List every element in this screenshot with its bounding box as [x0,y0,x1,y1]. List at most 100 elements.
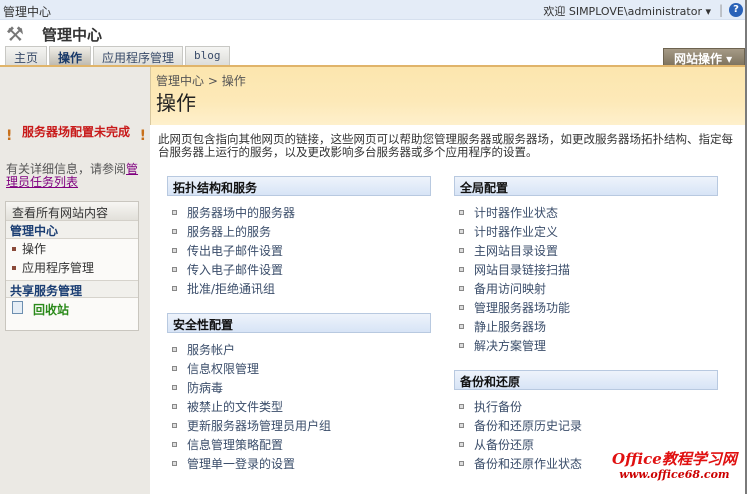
bullet-icon [459,248,464,253]
link-label: 解决方案管理 [474,339,547,353]
bullet-icon [172,267,177,272]
link-item[interactable]: 网站目录链接扫描 [454,260,718,279]
link-item[interactable]: 主网站目录设置 [454,241,718,260]
nav-item-operations[interactable]: 操作 [6,239,138,258]
bullet-icon [172,366,177,371]
bullet-icon [12,265,16,270]
bullet-icon [172,442,177,447]
link-label: 被禁止的文件类型 [187,400,284,414]
section-security: 安全性配置 服务帐户信息权限管理 防病毒被禁止的文件类型更新服务器场管理员用户组信… [167,313,431,473]
recycle-label: 回收站 [33,303,70,317]
link-label: 备用访问映射 [474,282,547,296]
link-label: 计时器作业状态 [474,206,559,220]
bullet-icon [459,229,464,234]
bullet-icon [459,324,464,329]
link-item[interactable]: 执行备份 [454,397,718,416]
watermark-line1: Office教程学习网 [612,450,737,468]
link-label: 备份和还原历史记录 [474,419,583,433]
link-label: 备份和还原作业状态 [474,457,583,471]
link-item[interactable]: 防病毒 [167,378,431,397]
warning-text: 服务器场配置未完成 [21,125,130,139]
breadcrumb-sep: > [204,74,222,88]
bullet-icon [459,267,464,272]
link-label: 服务器场中的服务器 [187,206,296,220]
link-label: 防病毒 [187,381,224,395]
window-border [745,0,751,494]
link-item[interactable]: 管理服务器场功能 [454,298,718,317]
title-area: 管理中心 > 操作 操作 [150,67,745,125]
section-header: 备份和还原 [454,370,718,390]
tab-home[interactable]: 主页 [5,46,48,66]
welcome-menu[interactable]: 欢迎 SIMPLOVE\administrator ▾ [543,3,711,19]
link-item[interactable]: 信息权限管理 [167,359,431,378]
section-header: 拓扑结构和服务 [167,176,431,196]
bullet-icon [172,385,177,390]
link-label: 服务器上的服务 [187,225,272,239]
bullet-icon [459,404,464,409]
link-label: 批准/拒绝通讯组 [187,282,276,296]
tab-blog[interactable]: blog [185,46,230,66]
bullet-icon [172,461,177,466]
bullet-icon [172,347,177,352]
recycle-bin-icon [12,301,23,314]
bullet-icon [172,248,177,253]
tab-bar: 主页 操作 应用程序管理 blog [5,46,230,66]
nav-label: 应用程序管理 [22,261,95,275]
link-label: 静止服务器场 [474,320,547,334]
link-label: 信息管理策略配置 [187,438,284,452]
link-item[interactable]: 计时器作业状态 [454,203,718,222]
nav-header-central-admin[interactable]: 管理中心 [6,221,138,239]
site-actions-button[interactable]: 网站操作 ▾ [663,48,745,66]
link-item[interactable]: 解决方案管理 [454,336,718,355]
link-label: 服务帐户 [187,343,236,357]
site-title: 管理中心 [3,5,52,19]
link-label: 从备份还原 [474,438,535,452]
link-item[interactable]: 计时器作业定义 [454,222,718,241]
bullet-icon [459,210,464,215]
link-item[interactable]: 备用访问映射 [454,279,718,298]
breadcrumb-root[interactable]: 管理中心 [156,74,204,88]
header: ⚒ 管理中心 [0,20,751,46]
bullet-icon [12,246,16,251]
link-label: 管理单一登录的设置 [187,457,296,471]
warning-icon: ! [6,128,13,144]
link-label: 管理服务器场功能 [474,301,571,315]
link-item[interactable]: 信息管理策略配置 [167,435,431,454]
link-item[interactable]: 备份和还原历史记录 [454,416,718,435]
bullet-icon [459,286,464,291]
section-global: 全局配置 计时器作业状态 计时器作业定义主网站目录设置网站目录链接扫描 备用访问映射… [454,176,718,355]
link-item[interactable]: 被禁止的文件类型 [167,397,431,416]
tab-operations[interactable]: 操作 [49,46,92,66]
bullet-icon [172,404,177,409]
nav-header-shared-services[interactable]: 共享服务管理 [6,280,138,298]
bullet-icon [172,423,177,428]
section-header: 安全性配置 [167,313,431,333]
section-topology: 拓扑结构和服务 服务器场中的服务器 服务器上的服务 传出电子邮件设置 传入电子邮件设置… [167,176,431,298]
link-label: 传入电子邮件设置 [187,263,284,277]
tab-application-management[interactable]: 应用程序管理 [93,46,184,66]
link-label: 更新服务器场管理员用户组 [187,419,332,433]
link-item[interactable]: 传入电子邮件设置 [167,260,431,279]
info-label: 有关详细信息，请参阅 [6,162,127,176]
nav-label: 操作 [22,242,47,256]
link-label: 计时器作业定义 [474,225,559,239]
link-item[interactable]: 服务器上的服务 [167,222,431,241]
help-icon[interactable]: ? [729,3,743,17]
link-item[interactable]: 更新服务器场管理员用户组 [167,416,431,435]
quick-launch: 查看所有网站内容 管理中心 操作 应用程序管理 共享服务管理 回收站 [5,201,139,331]
recycle-bin-link[interactable]: 回收站 [6,298,138,321]
nav-item-application-management[interactable]: 应用程序管理 [6,258,138,277]
link-item[interactable]: 服务器场中的服务器 [167,203,431,222]
link-item[interactable]: 批准/拒绝通讯组 [167,279,431,298]
link-item[interactable]: 静止服务器场 [454,317,718,336]
warning-icon: ! [139,128,146,144]
link-item[interactable]: 传出电子邮件设置 [167,241,431,260]
section-header: 全局配置 [454,176,718,196]
config-warning: ! 服务器场配置未完成 ! [6,125,146,144]
view-all-site-content-link[interactable]: 查看所有网站内容 [6,202,138,221]
link-item[interactable]: 服务帐户 [167,340,431,359]
link-item[interactable]: 管理单一登录的设置 [167,454,431,473]
link-label: 信息权限管理 [187,362,260,376]
link-label: 传出电子邮件设置 [187,244,284,258]
link-label: 网站目录链接扫描 [474,263,571,277]
